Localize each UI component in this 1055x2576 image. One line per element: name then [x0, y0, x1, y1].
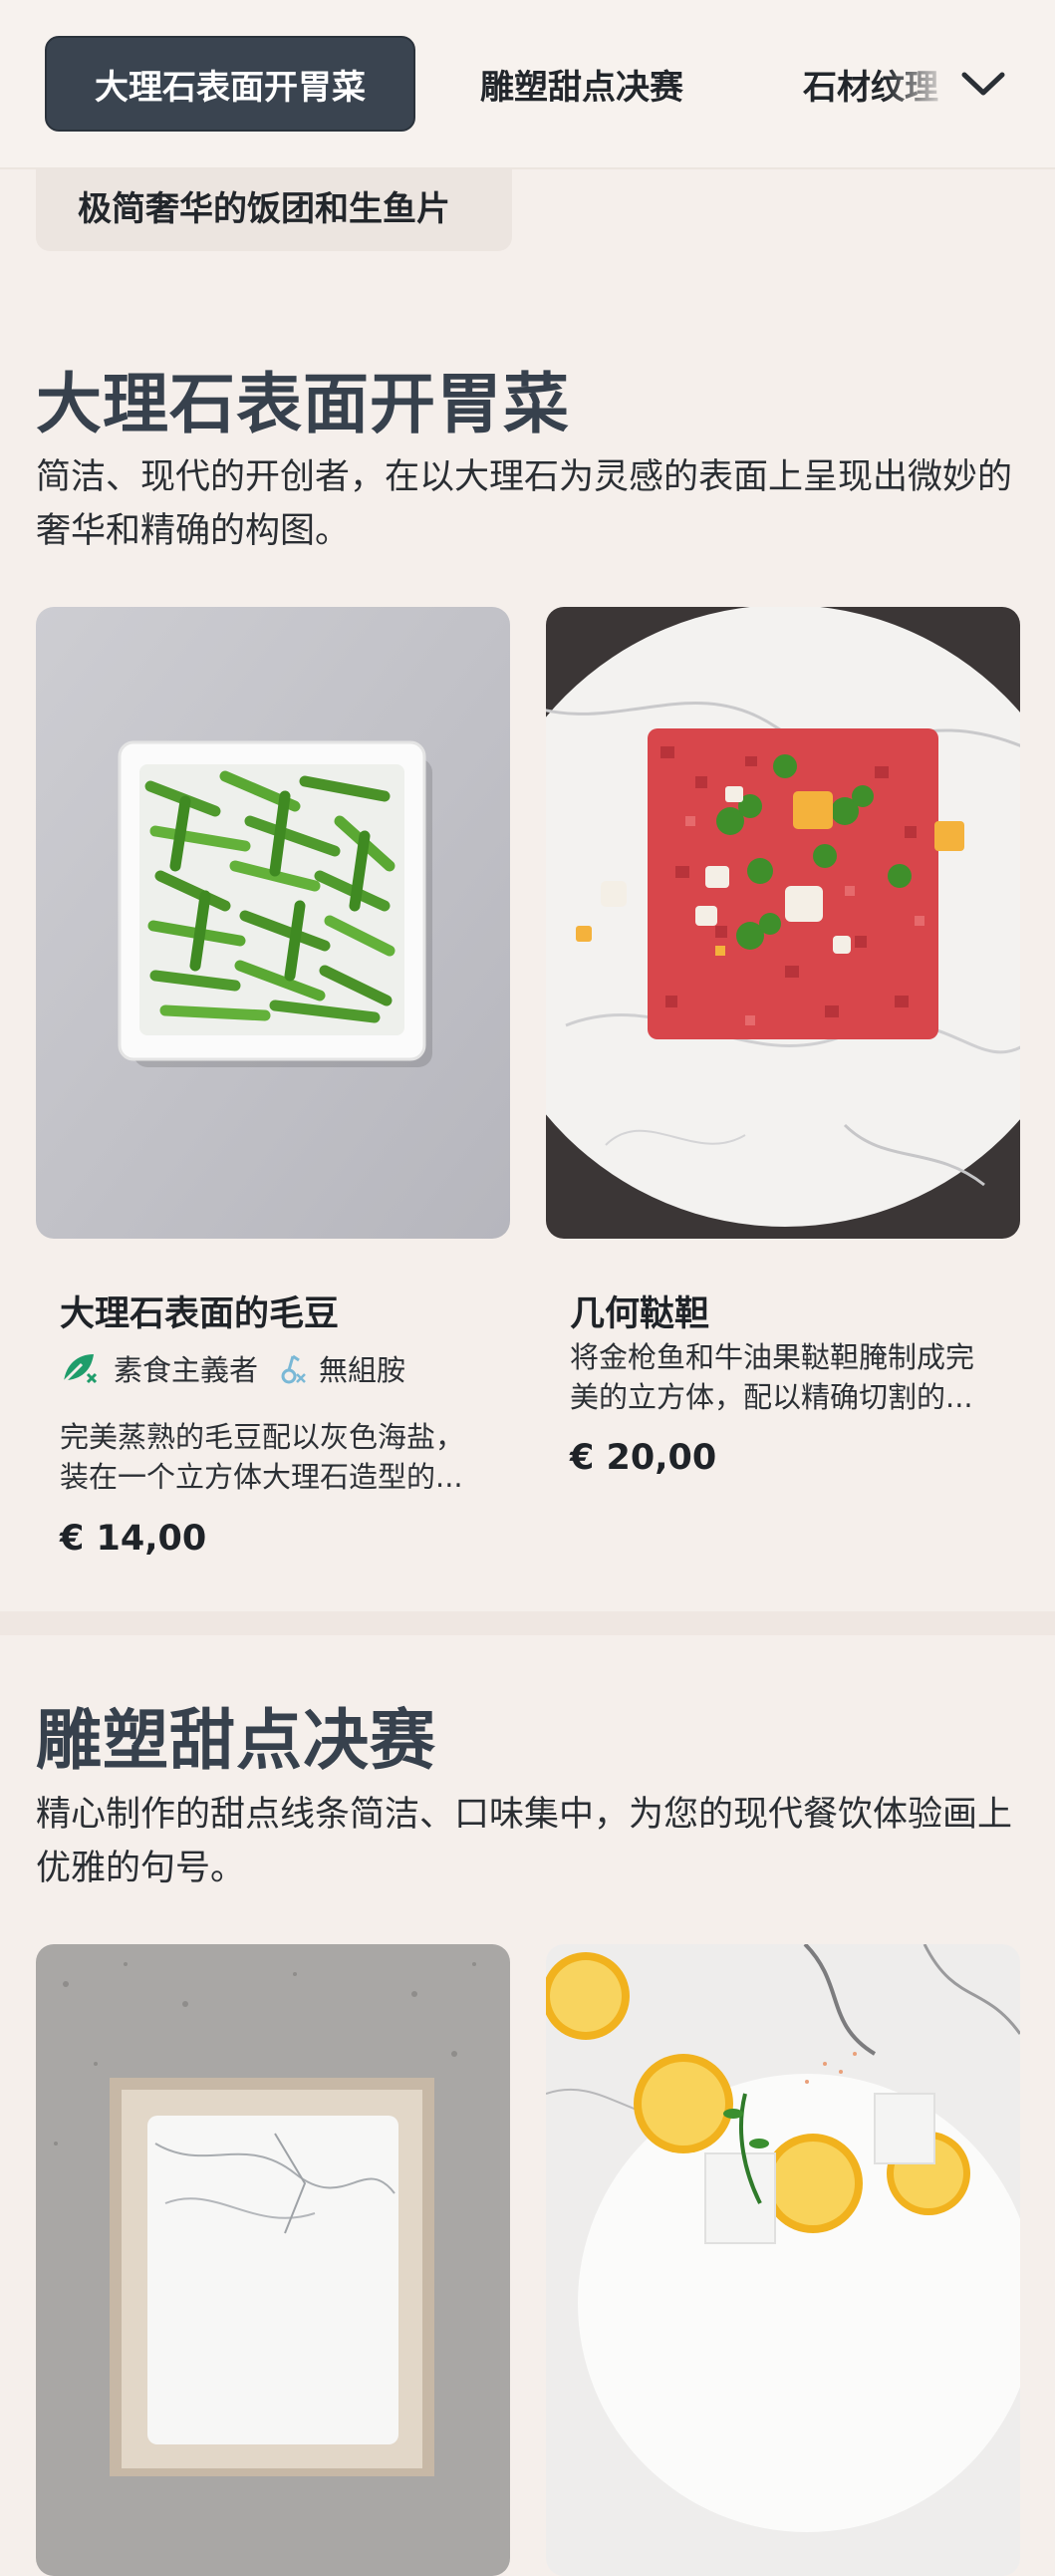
menu-item-name[interactable]: 几何鞑靼 — [570, 1286, 709, 1336]
tartare-plate-image — [546, 607, 1020, 1239]
dietary-tag-histamine-free: 無組胺 — [277, 1347, 405, 1389]
menu-item-price: € 20,00 — [570, 1438, 717, 1478]
tab-stone-texture[interactable]: 石材纹理 — [803, 36, 952, 132]
menu-item-image[interactable] — [36, 607, 510, 1239]
menu-item-description: 完美蒸熟的毛豆配以灰色海盐，装在一个立方体大理石造型的... — [60, 1420, 465, 1494]
tab-sculpted-desserts[interactable]: 雕塑甜点决赛 — [480, 36, 683, 132]
marble-dessert-box-image — [36, 1944, 510, 2576]
menu-item-image[interactable] — [546, 607, 1020, 1239]
dietary-tag-vegan: 素食主義者 — [60, 1347, 258, 1389]
menu-item-price: € 14,00 — [60, 1519, 207, 1559]
section-title: 大理石表面开胃菜 — [36, 366, 570, 442]
section-divider — [0, 1611, 1055, 1635]
edamame-dish-image — [36, 607, 510, 1239]
histamine-free-icon — [281, 1354, 306, 1384]
menu-item-description: 将金枪鱼和牛油果鞑靼腌制成完美的立方体，配以精确切割的... — [570, 1340, 975, 1414]
lemon-dessert-image — [546, 1944, 1020, 2576]
expand-categories-button[interactable] — [948, 52, 1018, 116]
menu-item-image[interactable] — [546, 1944, 1020, 2576]
menu-item-image[interactable] — [36, 1944, 510, 2576]
tag-label: 無組胺 — [319, 1353, 406, 1387]
section-description: 简洁、现代的开创者，在以大理石为灵感的表面上呈现出微妙的奢华和精确的构图。 — [36, 457, 1013, 551]
subcategory-chip[interactable]: 极简奢华的饭团和生鱼片 — [36, 159, 512, 251]
category-tab-bar: 大理石表面开胃菜 雕塑甜点决赛 石材纹理 — [0, 0, 1055, 169]
vegan-leaf-icon — [62, 1354, 98, 1384]
tag-label: 素食主義者 — [114, 1353, 259, 1387]
chevron-down-icon — [961, 72, 1005, 96]
section-title: 雕塑甜点决赛 — [36, 1702, 436, 1779]
section-description: 精心制作的甜点线条简洁、口味集中，为您的现代餐饮体验画上优雅的句号。 — [36, 1795, 1013, 1888]
menu-item-name[interactable]: 大理石表面的毛豆 — [60, 1286, 339, 1336]
tab-marble-appetizers[interactable]: 大理石表面开胃菜 — [45, 36, 415, 132]
